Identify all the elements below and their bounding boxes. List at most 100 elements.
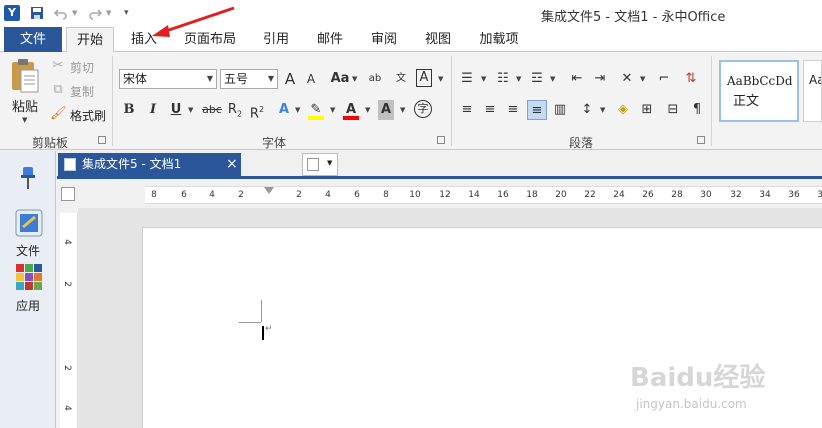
tab-home[interactable]: 开始 <box>66 27 114 53</box>
tab-file[interactable]: 文件 <box>4 27 62 52</box>
change-case-button[interactable]: Aa <box>330 69 350 89</box>
superscript-button[interactable]: R2 <box>249 100 265 121</box>
font-color-dropdown-icon[interactable]: ▼ <box>365 100 370 120</box>
increase-indent-icon[interactable]: ⇥ <box>591 69 609 89</box>
underline-dropdown-icon[interactable]: ▼ <box>188 100 193 120</box>
italic-button[interactable]: I <box>145 100 161 120</box>
apps-panel-label[interactable]: 应用 <box>0 297 56 314</box>
text-effect-dropdown-icon[interactable]: ▼ <box>295 100 300 120</box>
paragraph-shading-icon[interactable]: ◈ <box>614 100 632 120</box>
enclose-characters-button[interactable]: 字 <box>414 100 432 118</box>
character-border-dropdown-icon[interactable]: ▼ <box>438 69 443 89</box>
show-paragraph-marks-button[interactable]: ¶ <box>689 100 705 120</box>
document-tab[interactable]: 集成文件5 - 文档1 × <box>58 153 241 176</box>
indent-marker-icon[interactable] <box>264 187 274 205</box>
phonetic-guide-icon[interactable]: ab <box>366 69 384 89</box>
paragraph-settings-icon[interactable]: ⊟ <box>664 100 682 120</box>
font-launcher-icon[interactable] <box>437 136 445 144</box>
paragraph-group-label: 段落 <box>568 136 593 150</box>
ruler-tick-label: 36 <box>788 190 800 200</box>
cut-icon[interactable]: ✂ <box>50 56 66 76</box>
borders-icon[interactable]: ⊞ <box>638 100 656 120</box>
highlight-dropdown-icon[interactable]: ▼ <box>330 100 335 120</box>
new-document-button[interactable]: ▼ <box>302 153 338 176</box>
sort-icon[interactable]: ⇅ <box>682 69 700 89</box>
change-case-dropdown-icon[interactable]: ▼ <box>352 69 357 89</box>
copy-button[interactable]: 复制 <box>70 83 94 100</box>
bullets-dropdown-icon[interactable]: ▼ <box>481 69 486 89</box>
align-left-icon[interactable]: ≡ <box>458 100 476 120</box>
undo-dropdown-icon[interactable]: ▼ <box>72 6 77 20</box>
close-icon[interactable]: × <box>226 153 238 176</box>
chevron-down-icon: ▼ <box>206 74 213 83</box>
chinese-layout-dropdown-icon[interactable]: ▼ <box>640 69 645 89</box>
style-next-sample: AaBbCcDd <box>809 73 821 87</box>
character-shading-dropdown-icon[interactable]: ▼ <box>400 100 405 120</box>
clipboard-group-label: 剪贴板 <box>31 136 68 150</box>
annotation-arrow-icon <box>152 6 235 37</box>
font-size-select[interactable]: 五号 ▼ <box>220 69 278 89</box>
subscript-button[interactable]: R2 <box>227 100 243 120</box>
text-effect-icon[interactable]: A <box>276 100 292 120</box>
tab-addins[interactable]: 加载项 <box>470 27 528 52</box>
quick-access-customize-icon[interactable]: ▾ <box>124 6 129 20</box>
align-center-icon[interactable]: ≡ <box>481 100 499 120</box>
paste-icon[interactable] <box>9 58 41 94</box>
tab-view[interactable]: 视图 <box>416 27 460 52</box>
numbering-dropdown-icon[interactable]: ▼ <box>516 69 521 89</box>
paragraph-launcher-icon[interactable] <box>697 136 705 144</box>
font-color-button[interactable]: A <box>343 100 359 120</box>
file-panel-label[interactable]: 文件 <box>0 242 56 259</box>
multilevel-list-dropdown-icon[interactable]: ▼ <box>550 69 555 89</box>
shrink-font-button[interactable]: A <box>304 69 318 89</box>
highlight-icon[interactable]: ✎ <box>308 100 324 120</box>
ruler-tick-label: 4 <box>209 190 215 200</box>
paste-dropdown-icon[interactable]: ▼ <box>22 110 27 130</box>
format-painter-button[interactable]: 格式刷 <box>70 107 106 124</box>
align-right-icon[interactable]: ≡ <box>504 100 522 120</box>
bullets-icon[interactable]: ☰ <box>458 69 476 89</box>
undo-icon[interactable] <box>54 6 68 20</box>
redo-dropdown-icon[interactable]: ▼ <box>106 6 111 20</box>
cut-button[interactable]: 剪切 <box>70 59 94 76</box>
multilevel-list-icon[interactable]: ☲ <box>528 69 546 89</box>
horizontal-ruler[interactable]: 86422468101214161820222426283032343638 <box>145 186 822 204</box>
ribbon-tab-row: 文件 开始 插入 页面布局 引用 邮件 审阅 视图 加载项 <box>0 27 822 53</box>
show-marks-icon[interactable]: ⌐ <box>656 69 672 89</box>
apps-panel-icon[interactable] <box>15 263 43 291</box>
format-painter-icon[interactable]: 🖌 <box>50 104 67 124</box>
chinese-layout-icon[interactable]: ✕ <box>618 69 636 89</box>
line-spacing-icon[interactable]: ↕ <box>578 100 596 120</box>
style-normal[interactable]: AaBbCcDd 正文 <box>719 60 799 122</box>
vertical-ruler[interactable]: 4 2 2 4 <box>60 213 78 428</box>
file-panel-icon[interactable] <box>15 209 43 237</box>
document-icon <box>64 158 76 171</box>
ruler-tick-label: 24 <box>613 190 625 200</box>
distributed-icon[interactable]: ▥ <box>551 100 569 120</box>
copy-icon[interactable]: ⧉ <box>50 80 66 100</box>
tab-review[interactable]: 审阅 <box>362 27 406 52</box>
character-shading-button[interactable]: A <box>378 100 394 120</box>
line-spacing-dropdown-icon[interactable]: ▼ <box>600 100 605 120</box>
save-icon[interactable] <box>30 6 44 20</box>
ruler-tick-label: 18 <box>526 190 538 200</box>
text-cursor <box>262 326 264 340</box>
tab-stop-selector[interactable] <box>61 187 75 201</box>
clipboard-launcher-icon[interactable] <box>98 136 106 144</box>
tab-references[interactable]: 引用 <box>254 27 298 52</box>
style-next-partial[interactable]: AaBbCcDd <box>803 60 822 122</box>
bold-button[interactable]: B <box>121 100 137 120</box>
redo-icon[interactable] <box>88 6 102 20</box>
chevron-down-icon: ▼ <box>327 159 333 167</box>
grow-font-button[interactable]: A <box>282 69 298 89</box>
underline-button[interactable]: U <box>168 100 184 120</box>
numbering-icon[interactable]: ☷ <box>494 69 512 89</box>
pin-icon[interactable] <box>20 165 36 191</box>
tab-mailings[interactable]: 邮件 <box>308 27 352 52</box>
justify-icon[interactable]: ≡ <box>527 100 547 120</box>
pinyin-icon[interactable]: 文 <box>392 69 410 89</box>
character-border-icon[interactable]: A <box>416 69 432 87</box>
font-name-select[interactable]: 宋体 ▼ <box>119 69 217 89</box>
strikethrough-button[interactable]: abc <box>201 100 223 120</box>
decrease-indent-icon[interactable]: ⇤ <box>568 69 586 89</box>
